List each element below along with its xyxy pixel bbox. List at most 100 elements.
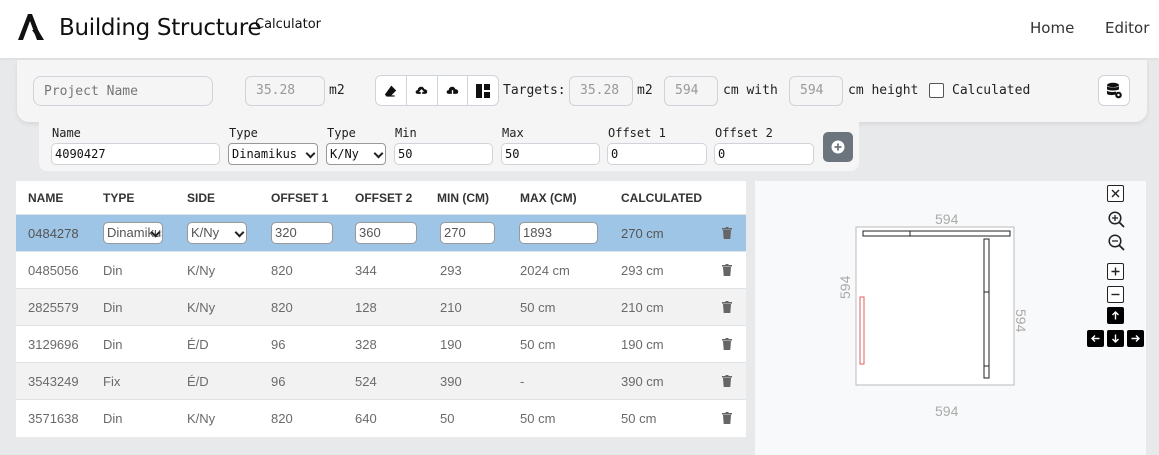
type-select-value: Dinamikus: [232, 147, 298, 161]
minus-icon: [1111, 293, 1120, 296]
min-input[interactable]: 50: [394, 143, 493, 165]
add-element-button[interactable]: [823, 132, 853, 162]
offset1-label: Offset 1: [608, 126, 666, 140]
cell-min: 50: [440, 411, 455, 426]
nav-home-link[interactable]: Home: [1030, 19, 1074, 37]
chevron-down-icon: [373, 148, 384, 159]
close-button[interactable]: [1107, 185, 1124, 202]
increase-button[interactable]: [1107, 263, 1124, 280]
row-offset2-input[interactable]: 360: [355, 222, 417, 244]
cell-offset1: 820: [271, 411, 293, 426]
zoom-in-button[interactable]: [1107, 210, 1125, 228]
move-left-button[interactable]: [1087, 330, 1104, 347]
max-input[interactable]: 50: [501, 143, 600, 165]
arrow-down-icon: [1112, 334, 1119, 343]
upload-button[interactable]: [407, 76, 438, 105]
download-button[interactable]: [438, 76, 469, 105]
action-button-group: [375, 75, 499, 106]
project-name-input[interactable]: [33, 76, 213, 106]
trash-icon[interactable]: [722, 301, 732, 313]
floor-plan[interactable]: [855, 226, 1017, 388]
cell-offset1: 96: [271, 374, 286, 389]
trash-icon[interactable]: [722, 264, 732, 276]
row-min-input[interactable]: 270: [440, 222, 495, 244]
target-area-field[interactable]: 35.28: [569, 76, 633, 106]
calculated-checkbox[interactable]: [929, 83, 944, 98]
cell-offset2: 344: [355, 263, 377, 278]
col-header-type[interactable]: TYPE: [103, 191, 134, 205]
cell-min: 210: [440, 300, 462, 315]
cm-with-label: cm with: [723, 83, 778, 98]
col-header-offset2[interactable]: OFFSET 2: [355, 191, 412, 205]
zoom-in-icon: [1107, 210, 1125, 228]
target-height-field[interactable]: 594: [789, 76, 843, 106]
cell-calculated: 50 cm: [621, 411, 657, 426]
structure-preview: 594 594 594 594: [755, 181, 1146, 455]
name-label: Name: [52, 126, 81, 140]
table-row[interactable]: 2825579 Din K/Ny 820 128 210 50 cm 210 c…: [16, 288, 746, 325]
col-header-offset1[interactable]: OFFSET 1: [271, 191, 328, 205]
cell-offset2: 524: [355, 374, 377, 389]
cell-side: É/D: [187, 337, 209, 352]
table-row[interactable]: 3571638 Din K/Ny 820 640 50 50 cm 50 cm: [16, 399, 746, 436]
calculated-label: Calculated: [952, 83, 1031, 98]
trash-icon[interactable]: [722, 412, 732, 424]
table-row-selected[interactable]: 0484278 Dinamikus K/Ny 320 360 270 1893 …: [16, 214, 746, 251]
move-down-button[interactable]: [1107, 330, 1124, 347]
table-row[interactable]: 3543249 Fix É/D 96 524 390 - 390 cm: [16, 362, 746, 399]
row-max-input[interactable]: 1893: [519, 222, 598, 244]
cell-type: Din: [103, 300, 123, 315]
trash-icon[interactable]: [722, 338, 732, 350]
arrow-right-icon: [1131, 335, 1140, 342]
cell-calculated: 190 cm: [621, 337, 664, 352]
eraser-button[interactable]: [376, 76, 407, 105]
col-header-name[interactable]: NAME: [28, 191, 63, 205]
dim-left-label: 594: [837, 275, 853, 299]
col-header-min[interactable]: MIN (CM): [437, 191, 489, 205]
cell-type: Din: [103, 337, 123, 352]
layout-button[interactable]: [468, 76, 498, 105]
trash-icon[interactable]: [722, 227, 732, 239]
name-input[interactable]: 4090427: [51, 143, 220, 165]
wall-top[interactable]: [862, 230, 1011, 237]
row-offset1-input[interactable]: 320: [271, 222, 333, 244]
wall-left-highlighted[interactable]: [859, 296, 865, 365]
target-width-field[interactable]: 594: [664, 76, 718, 106]
decrease-button[interactable]: [1107, 286, 1124, 303]
table-row[interactable]: 3129696 Din É/D 96 328 190 50 cm 190 cm: [16, 325, 746, 362]
offset2-input[interactable]: 0: [714, 143, 814, 165]
cm-height-label: cm height: [848, 83, 919, 98]
row-type-select[interactable]: Dinamikus: [103, 222, 163, 244]
min-label: Min: [395, 126, 417, 140]
table-row[interactable]: 0485056 Din K/Ny 820 344 293 2024 cm 293…: [16, 251, 746, 288]
cell-calculated: 390 cm: [621, 374, 664, 389]
cell-max: 50 cm: [520, 300, 556, 315]
dim-right-label: 594: [1013, 309, 1029, 333]
arrow-left-icon: [1091, 335, 1100, 342]
row-side-select[interactable]: K/Ny: [187, 222, 247, 244]
trash-icon[interactable]: [722, 375, 732, 387]
nav-editor-link[interactable]: Editor: [1105, 19, 1149, 37]
zoom-out-button[interactable]: [1107, 233, 1125, 251]
cell-side: K/Ny: [187, 411, 216, 426]
row-side-value: K/Ny: [191, 225, 220, 240]
cell-side: K/Ny: [187, 300, 216, 315]
max-label: Max: [502, 126, 524, 140]
offset1-input[interactable]: 0: [607, 143, 707, 165]
cell-max: 50 cm: [520, 337, 556, 352]
type-select[interactable]: Dinamikus: [228, 143, 318, 165]
cell-name: 0485056: [28, 263, 79, 278]
database-settings-button[interactable]: [1098, 75, 1130, 106]
cell-min: 390: [440, 374, 462, 389]
move-right-button[interactable]: [1127, 330, 1144, 347]
col-header-side[interactable]: SIDE: [187, 191, 215, 205]
area-unit: m2: [329, 83, 345, 98]
area-field[interactable]: 35.28: [245, 76, 325, 106]
side-select[interactable]: K/Ny: [326, 143, 386, 165]
wall-right[interactable]: [983, 238, 990, 379]
col-header-calculated[interactable]: CALCULATED: [621, 191, 702, 205]
col-header-max[interactable]: MAX (CM): [520, 191, 577, 205]
cell-offset1: 96: [271, 337, 286, 352]
move-up-button[interactable]: [1107, 307, 1124, 324]
cell-name: 2825579: [28, 300, 79, 315]
